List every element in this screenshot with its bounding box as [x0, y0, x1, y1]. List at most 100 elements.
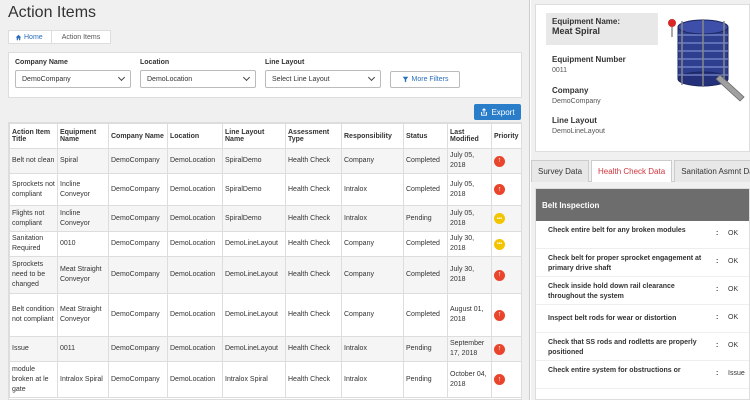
cell-assessment: Health Check	[285, 205, 342, 232]
chevron-down-icon	[117, 73, 126, 82]
cell-responsibility: Company	[341, 256, 404, 294]
header-company[interactable]: Company Name	[108, 123, 168, 149]
equipment-card: Equipment Name: Meat Spiral Equipment Nu…	[535, 4, 750, 152]
cell-equipment: 0011	[57, 336, 109, 362]
cell-priority: ↑	[491, 256, 521, 294]
health-check-answer: OK	[728, 230, 739, 237]
header-title[interactable]: Action Item Title	[9, 123, 58, 149]
home-icon	[15, 34, 22, 40]
health-check-question: Check entire belt for any broken modules	[548, 227, 686, 234]
cell-assessment: Health Check	[285, 336, 342, 362]
filter-icon	[402, 76, 408, 83]
cell-company: DemoCompany	[108, 361, 168, 398]
cell-modified: July 30, 2018	[447, 256, 492, 294]
cell-modified: July 05, 2018	[447, 148, 492, 174]
cell-assessment: Health Check	[285, 256, 342, 294]
health-check-section-title: Belt Inspection	[536, 189, 749, 221]
priority-high-icon: ↑	[494, 343, 505, 355]
cell-equipment: Incline Conveyor	[57, 205, 109, 232]
cell-status: Pending	[403, 336, 448, 362]
cell-priority: •••	[491, 231, 521, 257]
cell-responsibility: Intralox	[341, 336, 404, 362]
action-items-panel: Action Items Home Action Items Company N…	[0, 0, 530, 400]
table-row[interactable]: Sanitation Required 0010 DemoCompany DemoLo…	[9, 231, 521, 257]
breadcrumb: Home Action Items	[8, 30, 112, 44]
cell-equipment: Meat Straight Conveyor	[57, 293, 109, 337]
table-row[interactable]: Sprockets need to be changed Meat Straigh…	[9, 256, 521, 294]
cell-responsibility: Company	[341, 148, 404, 174]
cell-location: DemoLocation	[167, 293, 223, 337]
health-check-question: Check that SS rods and rodletts are prop…	[548, 339, 697, 356]
health-check-answer: OK	[728, 342, 739, 349]
location-filter-label: Location	[140, 59, 170, 66]
table-row[interactable]: Belt not clean Spiral DemoCompany DemoLocat…	[9, 148, 521, 174]
header-layout[interactable]: Line Layout Name	[222, 123, 286, 149]
cell-responsibility: Intralox	[341, 173, 404, 206]
header-responsibility[interactable]: Responsibility	[341, 123, 404, 149]
action-items-table: Action Item Title Equipment Name Company…	[8, 122, 522, 400]
table-row[interactable]: Belt condition not compliant Meat Straigh…	[9, 293, 521, 337]
equipment-company-field: Company DemoCompany	[552, 86, 601, 105]
cell-layout: DemoLineLayout	[222, 293, 286, 337]
cell-assessment: Health Check	[285, 293, 342, 337]
equipment-company: DemoCompany	[552, 98, 601, 105]
health-check-separator: :	[716, 370, 719, 377]
equipment-number-label: Equipment Number	[552, 55, 626, 64]
table-row[interactable]: Sprockets not compliant Incline Conveyor D…	[9, 173, 521, 206]
cell-title: Belt condition not compliant	[9, 293, 58, 337]
company-select-value: DemoCompany	[22, 75, 71, 83]
spiral-conveyor-image	[668, 19, 745, 102]
cell-assessment: Health Check	[285, 148, 342, 174]
tab-health-check-data[interactable]: Health Check Data	[591, 160, 673, 182]
cell-equipment: 0010	[57, 231, 109, 257]
company-select[interactable]: DemoCompany	[15, 70, 131, 88]
location-select[interactable]: DemoLocation	[140, 70, 256, 88]
location-filter: Location DemoLocation	[140, 59, 256, 88]
cell-status: Completed	[403, 148, 448, 174]
health-check-question: Check entire system for obstructions or	[548, 367, 681, 374]
cell-status: Pending	[403, 361, 448, 398]
equipment-layout-label: Line Layout	[552, 116, 597, 125]
cell-company: DemoCompany	[108, 148, 168, 174]
tab-survey-data[interactable]: Survey Data	[531, 160, 590, 182]
cell-layout: Intralox Spiral	[222, 361, 286, 398]
health-check-question: Inspect belt rods for wear or distortion	[548, 315, 677, 322]
health-check-separator: :	[716, 342, 719, 349]
equipment-name-label: Equipment Name:	[552, 17, 621, 26]
header-location[interactable]: Location	[167, 123, 223, 149]
tab-sanitation-assessment-data[interactable]: Sanitation Asmnt Da	[674, 160, 750, 182]
cell-title: Belt not clean	[9, 148, 58, 174]
health-check-separator: :	[716, 258, 719, 265]
cell-title: Sprockets not compliant	[9, 173, 58, 206]
cell-company: DemoCompany	[108, 256, 168, 294]
cell-company: DemoCompany	[108, 231, 168, 257]
header-assessment[interactable]: Assessment Type	[285, 123, 342, 149]
line-layout-select[interactable]: Select Line Layout	[265, 70, 381, 88]
cell-assessment: Health Check	[285, 173, 342, 206]
cell-priority: ↑	[491, 336, 521, 362]
cell-layout: SpiralDemo	[222, 205, 286, 232]
export-button[interactable]: Export	[474, 104, 521, 120]
cell-company: DemoCompany	[108, 293, 168, 337]
cell-location: DemoLocation	[167, 148, 223, 174]
location-select-value: DemoLocation	[147, 75, 193, 83]
header-equipment[interactable]: Equipment Name	[57, 123, 109, 149]
header-status[interactable]: Status	[403, 123, 448, 149]
priority-high-icon: ↑	[494, 374, 505, 385]
table-row[interactable]: Flights not compliant Incline Conveyor Dem…	[9, 205, 521, 232]
detail-tabs: Survey Data Health Check Data Sanitation…	[531, 160, 750, 182]
cell-location: DemoLocation	[167, 173, 223, 206]
cell-responsibility: Intralox	[341, 361, 404, 398]
priority-high-icon: ↑	[494, 269, 505, 281]
export-icon	[481, 108, 488, 116]
cell-modified: July 05, 2018	[447, 205, 492, 232]
table-row[interactable]: Issue 0011 DemoCompany DemoLocation DemoLine…	[9, 336, 521, 362]
cell-assessment: Health Check	[285, 361, 342, 398]
table-row[interactable]: module broken at le gate Intralox Spiral D…	[9, 361, 521, 398]
health-check-answer: OK	[728, 286, 739, 293]
header-modified[interactable]: Last Modified	[447, 123, 492, 149]
breadcrumb-home[interactable]: Home	[9, 31, 52, 43]
header-priority[interactable]: Priority	[491, 123, 521, 149]
cell-equipment: Spiral	[57, 148, 109, 174]
more-filters-button[interactable]: More Filters	[390, 71, 460, 88]
